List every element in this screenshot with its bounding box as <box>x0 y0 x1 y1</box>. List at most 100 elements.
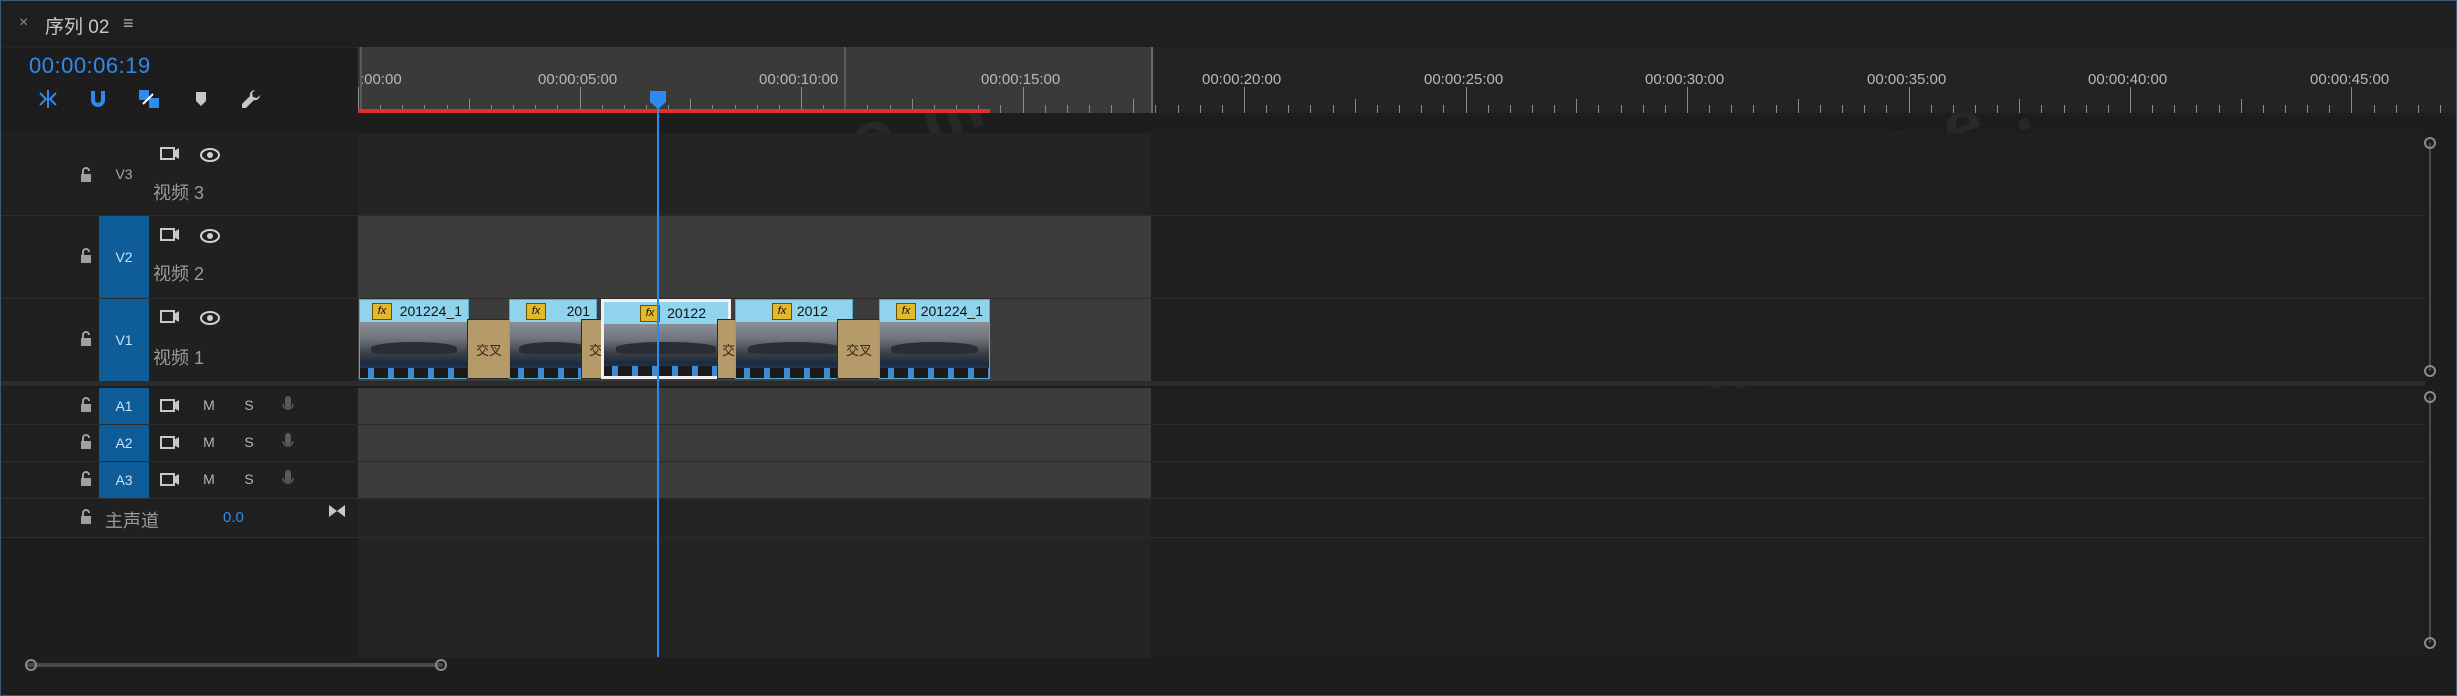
snap-icon[interactable] <box>83 85 113 113</box>
lane-a1[interactable] <box>358 388 2425 425</box>
clip-name: 20122 <box>667 305 706 321</box>
panel-menu-button[interactable]: ≡ <box>123 13 134 34</box>
sync-lock-icon[interactable] <box>159 145 181 163</box>
cross-dissolve-transition[interactable]: 交叉 <box>467 319 511 379</box>
sync-lock-icon[interactable] <box>159 226 181 244</box>
solo-button[interactable]: S <box>238 471 260 487</box>
time-ruler[interactable]: :00:00 00:00:05:00 00:00:10:00 00:00:15:00 0… <box>358 47 2456 113</box>
lane-a3[interactable] <box>358 462 2425 499</box>
clip-label-bar: fx 2012 <box>736 300 852 322</box>
lane-v2[interactable] <box>358 216 2425 299</box>
sequence-tab-title[interactable]: 序列 02 <box>45 12 109 39</box>
mute-button[interactable]: M <box>198 471 220 487</box>
panel-header: × 序列 02 ≡ <box>1 1 2456 48</box>
video-clip-selected[interactable]: fx 20122 <box>601 299 731 379</box>
clip-thumbnail <box>736 322 852 378</box>
track-header-master: 主声道 <box>1 499 358 538</box>
lane-work-area <box>358 462 1151 498</box>
playhead-timecode[interactable]: 00:00:06:19 <box>29 53 151 79</box>
video-audio-divider[interactable] <box>1 382 2425 386</box>
lane-work-area <box>358 499 1151 537</box>
sync-lock-icon[interactable] <box>159 434 181 452</box>
close-tab-button[interactable]: × <box>19 14 28 32</box>
lane-master[interactable] <box>358 499 2425 538</box>
lane-work-area <box>358 425 1151 461</box>
video-vertical-scrollbar[interactable] <box>2429 143 2431 371</box>
video-scroll-handle-top[interactable] <box>2424 137 2436 149</box>
fx-badge-icon: fx <box>372 303 392 320</box>
fx-badge-icon: fx <box>772 303 792 320</box>
eye-icon[interactable] <box>199 147 221 163</box>
track-name-v1: 视频 1 <box>153 348 205 368</box>
settings-wrench-icon[interactable] <box>236 85 266 113</box>
clip-label-bar: fx 20122 <box>604 302 728 324</box>
lane-v3[interactable] <box>358 133 2425 216</box>
linked-selection-icon[interactable] <box>134 85 164 113</box>
sync-lock-icon[interactable] <box>159 308 181 326</box>
horizontal-scroll-handle-right[interactable] <box>435 659 447 671</box>
video-clip[interactable]: fx 201224_1 <box>359 299 469 379</box>
playhead-line[interactable] <box>657 97 659 657</box>
audio-scroll-handle-bottom[interactable] <box>2424 637 2436 649</box>
horizontal-zoom-scrollbar[interactable] <box>27 663 443 667</box>
cross-dissolve-transition[interactable]: 交叉 <box>837 319 881 379</box>
lane-work-area <box>358 133 1151 215</box>
mute-button[interactable]: M <box>198 397 220 413</box>
work-area-end[interactable] <box>1151 47 1153 113</box>
video-scroll-handle-bottom[interactable] <box>2424 365 2436 377</box>
clip-label-bar: fx 201224_1 <box>880 300 989 322</box>
lock-icon[interactable] <box>79 167 93 183</box>
fx-badge-icon: fx <box>896 303 916 320</box>
add-marker-icon[interactable] <box>186 85 216 113</box>
clip-name: 201224_1 <box>399 303 462 319</box>
lane-work-area <box>358 538 1151 658</box>
fx-badge-icon: fx <box>526 303 546 320</box>
work-area-start[interactable] <box>360 47 362 113</box>
playhead-handle-icon[interactable] <box>648 91 668 109</box>
ruler-time-label: 00:00:10:00 <box>759 71 839 88</box>
sync-lock-icon[interactable] <box>159 471 181 489</box>
clip-name: 2012 <box>796 303 828 319</box>
track-target-v2[interactable]: V2 <box>99 216 149 298</box>
lane-work-area <box>358 388 1151 424</box>
lock-icon[interactable] <box>79 248 93 264</box>
mute-button[interactable]: M <box>198 434 220 450</box>
lane-a2[interactable] <box>358 425 2425 462</box>
render-status-bar <box>358 109 990 113</box>
eye-icon[interactable] <box>199 228 221 244</box>
microphone-icon[interactable] <box>281 468 295 490</box>
lock-icon[interactable] <box>79 434 93 450</box>
nest-sequence-icon[interactable] <box>33 85 63 113</box>
track-target-v3[interactable]: V3 <box>99 133 149 215</box>
go-to-endpoint-icon[interactable] <box>327 503 347 519</box>
clip-thumbnail <box>604 324 728 376</box>
master-track-name: 主声道 <box>105 511 159 531</box>
track-target-v1[interactable]: V1 <box>99 299 149 381</box>
lock-icon[interactable] <box>79 331 93 347</box>
ruler-time-label: 00:00:15:00 <box>981 71 1061 88</box>
master-volume-value[interactable]: 0.0 <box>223 509 244 526</box>
audio-vertical-scrollbar[interactable] <box>2429 397 2431 643</box>
lock-icon[interactable] <box>79 397 93 413</box>
solo-button[interactable]: S <box>238 434 260 450</box>
video-clip[interactable]: fx 201224_1 <box>879 299 990 379</box>
track-target-a1[interactable]: A1 <box>99 388 149 424</box>
track-target-a2[interactable]: A2 <box>99 425 149 461</box>
track-header-a1: A1 M S <box>1 388 358 425</box>
eye-icon[interactable] <box>199 310 221 326</box>
audio-scroll-handle-top[interactable] <box>2424 391 2436 403</box>
microphone-icon[interactable] <box>281 394 295 416</box>
video-clip[interactable]: fx 2012 <box>735 299 853 379</box>
track-header-a2: A2 M S <box>1 425 358 462</box>
horizontal-scroll-handle-left[interactable] <box>25 659 37 671</box>
work-area-marker[interactable] <box>844 47 846 113</box>
track-target-a3[interactable]: A3 <box>99 462 149 498</box>
track-name-v3: 视频 3 <box>153 183 205 203</box>
ruler-time-label: 00:00:25:00 <box>1424 71 1504 88</box>
sync-lock-icon[interactable] <box>159 397 181 415</box>
lock-icon[interactable] <box>79 509 93 525</box>
microphone-icon[interactable] <box>281 431 295 453</box>
solo-button[interactable]: S <box>238 397 260 413</box>
clip-name: 201224_1 <box>920 303 983 319</box>
lock-icon[interactable] <box>79 471 93 487</box>
